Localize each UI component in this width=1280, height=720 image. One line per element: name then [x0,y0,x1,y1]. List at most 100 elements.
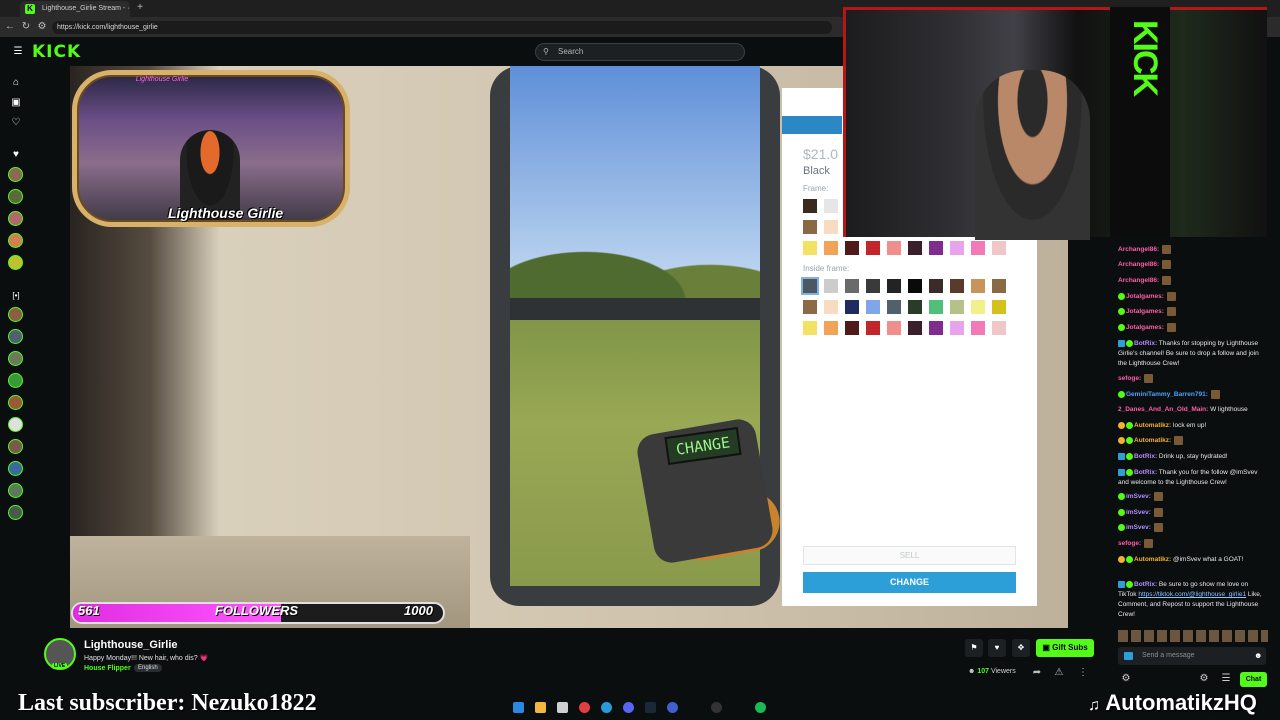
inside-color-swatch[interactable] [866,321,880,335]
chat-rules-icon[interactable]: ☰ [1220,673,1232,685]
emote-picker-icon[interactable] [1124,652,1133,660]
frame-color-swatch[interactable] [929,241,943,255]
chat-username[interactable]: imSvev: [1126,509,1151,516]
obs-icon[interactable] [711,702,722,713]
spotify-icon[interactable] [755,702,766,713]
inside-color-swatch[interactable] [845,279,859,293]
chat-username[interactable]: imSvev: [1126,524,1151,531]
recommended-channel-avatar[interactable] [8,483,23,498]
recommended-channel-avatar[interactable] [8,439,23,454]
frame-color-swatch[interactable] [950,241,964,255]
chat-username[interactable]: Archangel86: [1118,261,1159,268]
recommended-channel-avatar[interactable] [8,395,23,410]
steam-icon[interactable] [645,702,656,713]
browse-icon[interactable]: ▣ [10,97,22,109]
inside-color-swatch[interactable] [908,300,922,314]
report-icon[interactable]: ⚠ [1053,667,1065,679]
stream-category[interactable]: House Flipper [84,665,131,672]
search-input[interactable]: ⚲ Search [535,43,745,61]
emoji-icon[interactable]: ☻ [1254,647,1262,665]
chat-username[interactable]: 2_Danes_And_An_Old_Main: [1118,406,1208,413]
taskbar-app-icon[interactable] [667,702,678,713]
home-icon[interactable]: ⌂ [10,77,22,89]
chat-options-icon[interactable]: ⚙ [1198,673,1210,685]
chat-username[interactable]: Automatikz: [1134,422,1171,429]
recommended-channel-avatar[interactable] [8,307,23,322]
frame-color-swatch[interactable] [992,241,1006,255]
inside-color-swatch[interactable] [845,300,859,314]
chat-username[interactable]: BotRix: [1134,581,1157,588]
inside-color-swatch[interactable] [824,279,838,293]
followed-channel-avatar[interactable] [8,211,23,226]
file-explorer-icon[interactable] [535,702,546,713]
chat-username[interactable]: Jotalgames: [1126,324,1164,331]
gift-subs-button[interactable]: ▣ Gift Subs [1036,639,1094,657]
inside-color-swatch[interactable] [801,277,819,295]
recommended-channel-avatar[interactable] [8,505,23,520]
inside-color-swatch[interactable] [950,321,964,335]
chat-username[interactable]: imSvev: [1126,493,1151,500]
frame-color-swatch[interactable] [908,241,922,255]
frame-color-swatch[interactable] [971,241,985,255]
recommended-channel-avatar[interactable] [8,329,23,344]
inside-color-swatch[interactable] [824,321,838,335]
inside-color-swatch[interactable] [950,300,964,314]
edge-icon[interactable] [601,702,612,713]
reload-icon[interactable]: ↻ [20,21,32,33]
followed-channel-avatar[interactable] [8,255,23,270]
inside-color-swatch[interactable] [929,321,943,335]
chat-link[interactable]: https://tiktok.com/@lighthouse_girlie1 [1138,591,1246,598]
new-tab-icon[interactable]: + [134,2,146,14]
chat-username[interactable]: sefoge: [1118,375,1141,382]
frame-color-swatch[interactable] [803,241,817,255]
notifications-icon[interactable]: ⚑ [965,639,983,657]
chat-username[interactable]: Automatikz: [1134,556,1171,563]
inside-color-swatch[interactable] [992,279,1006,293]
followed-channel-avatar[interactable] [8,233,23,248]
inside-color-swatch[interactable] [992,300,1006,314]
inside-color-swatch[interactable] [992,321,1006,335]
inside-color-swatch[interactable] [803,300,817,314]
share-icon[interactable]: ➦ [1031,667,1043,679]
subscribe-icon[interactable]: ✥ [1012,639,1030,657]
windows-start-icon[interactable] [513,702,524,713]
chat-input[interactable]: Send a message ☻ [1118,647,1266,665]
following-icon[interactable]: ♡ [10,117,22,129]
frame-color-swatch[interactable] [803,199,817,213]
back-icon[interactable]: ← [4,21,16,33]
chat-username[interactable]: Archangel86: [1118,246,1159,253]
chat-username[interactable]: BotRix: [1134,340,1157,347]
inside-color-swatch[interactable] [908,279,922,293]
inside-color-swatch[interactable] [824,300,838,314]
follow-icon[interactable]: ♥ [988,639,1006,657]
frame-color-swatch[interactable] [803,220,817,234]
sell-button[interactable]: SELL [803,546,1016,565]
language-tag[interactable]: English [134,664,162,672]
inside-color-swatch[interactable] [803,321,817,335]
more-options-icon[interactable]: ⋮ [1077,667,1089,679]
frame-color-swatch[interactable] [824,199,838,213]
chat-username[interactable]: sefoge: [1118,540,1141,547]
inside-color-swatch[interactable] [887,321,901,335]
inside-color-swatch[interactable] [908,321,922,335]
browser-tab[interactable]: K Lighthouse_Girlie Stream - · [20,1,130,17]
menu-icon[interactable]: ☰ [12,46,24,58]
change-button[interactable]: CHANGE [803,572,1016,593]
inside-color-swatch[interactable] [866,279,880,293]
inside-color-swatch[interactable] [971,300,985,314]
followed-channel-avatar[interactable] [8,167,23,182]
chat-settings-icon[interactable]: ⚙ [1120,673,1132,685]
frame-color-swatch[interactable] [887,241,901,255]
chat-username[interactable]: BotRix: [1134,469,1157,476]
chat-username[interactable]: Archangel86: [1118,277,1159,284]
chat-username[interactable]: Jotalgames: [1126,308,1164,315]
discord-icon[interactable] [623,702,634,713]
chat-send-button[interactable]: Chat [1240,672,1267,687]
inside-color-swatch[interactable] [887,279,901,293]
chat-username[interactable]: Automatikz: [1134,437,1171,444]
kick-logo[interactable]: KICK [32,42,81,62]
inside-color-swatch[interactable] [971,321,985,335]
chat-username[interactable]: BotRix: [1134,453,1157,460]
inside-color-swatch[interactable] [845,321,859,335]
followed-channel-avatar[interactable] [8,189,23,204]
